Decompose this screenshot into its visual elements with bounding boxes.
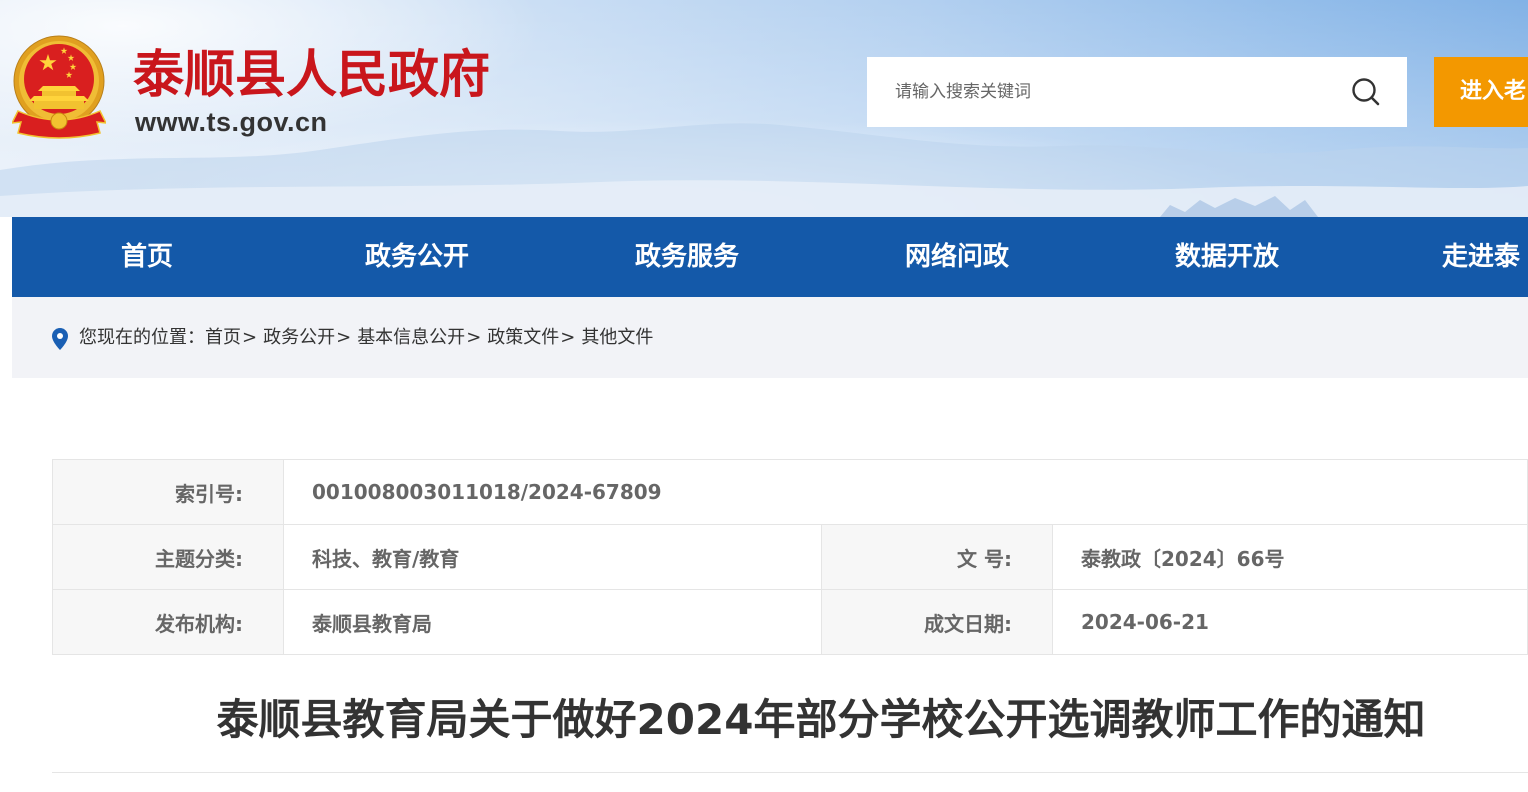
publisher-value: 泰顺县教育局: [283, 589, 822, 655]
search-button[interactable]: [1346, 72, 1386, 112]
breadcrumb-separator: >: [336, 327, 352, 348]
breadcrumb-link-basic-info-disclosure[interactable]: 基本信息公开: [357, 327, 465, 348]
topic-value: 科技、教育/教育: [283, 524, 822, 590]
breadcrumb-link-other-documents[interactable]: 其他文件: [581, 327, 653, 348]
search-input[interactable]: [867, 57, 1337, 127]
breadcrumb-separator: >: [560, 327, 576, 348]
elder-mode-button[interactable]: 进入老: [1434, 57, 1528, 127]
search-box: [867, 57, 1407, 127]
table-row: 主题分类: 科技、教育/教育 文 号: 泰教政〔2024〕66号: [52, 524, 1528, 590]
breadcrumb-link-policy-documents[interactable]: 政策文件: [487, 327, 559, 348]
breadcrumb-link-government-affairs-disclosure[interactable]: 政务公开: [263, 327, 335, 348]
breadcrumb-prefix: 您现在的位置：: [79, 327, 205, 348]
nav-item-about-taishun[interactable]: 走进泰: [1362, 217, 1528, 297]
topic-label: 主题分类:: [52, 524, 284, 590]
breadcrumb-separator: >: [242, 327, 258, 348]
publisher-label: 发布机构:: [52, 589, 284, 655]
breadcrumb-separator: >: [466, 327, 482, 348]
main-nav: 首页 政务公开 政务服务 网络问政 数据开放 走进泰: [12, 217, 1528, 297]
table-row: 发布机构: 泰顺县教育局 成文日期: 2024-06-21: [52, 589, 1528, 655]
date-label: 成文日期:: [821, 589, 1053, 655]
national-emblem-icon: [12, 35, 106, 139]
date-value: 2024-06-21: [1051, 589, 1528, 655]
location-pin-icon: [52, 328, 68, 350]
document-meta-table: 索引号: 001008003011018/2024-67809 主题分类: 科技…: [52, 459, 1528, 655]
doc-no-value: 泰教政〔2024〕66号: [1051, 524, 1528, 590]
site-url: www.ts.gov.cn: [135, 107, 328, 137]
site-header: 泰顺县人民政府 www.ts.gov.cn 进入老: [0, 0, 1528, 217]
breadcrumb-link-home[interactable]: 首页: [205, 327, 241, 348]
doc-no-label: 文 号:: [821, 524, 1053, 590]
index-no-label: 索引号:: [52, 459, 284, 525]
table-row: 索引号: 001008003011018/2024-67809: [52, 459, 1528, 525]
article-title: 泰顺县教育局关于做好2024年部分学校公开选调教师工作的通知: [216, 695, 1426, 744]
title-divider: [52, 772, 1528, 773]
breadcrumb: 您现在的位置：首页> 政务公开> 基本信息公开> 政策文件> 其他文件: [12, 297, 1528, 378]
nav-item-government-affairs-disclosure[interactable]: 政务公开: [282, 217, 552, 297]
search-icon: [1346, 72, 1386, 112]
nav-item-home[interactable]: 首页: [12, 217, 282, 297]
nav-item-open-data[interactable]: 数据开放: [1092, 217, 1362, 297]
nav-item-government-services[interactable]: 政务服务: [552, 217, 822, 297]
nav-item-online-inquiry[interactable]: 网络问政: [822, 217, 1092, 297]
index-no-value: 001008003011018/2024-67809: [282, 459, 1528, 525]
site-title: 泰顺县人民政府: [133, 46, 491, 105]
breadcrumb-trail: 您现在的位置：首页> 政务公开> 基本信息公开> 政策文件> 其他文件: [79, 297, 653, 378]
